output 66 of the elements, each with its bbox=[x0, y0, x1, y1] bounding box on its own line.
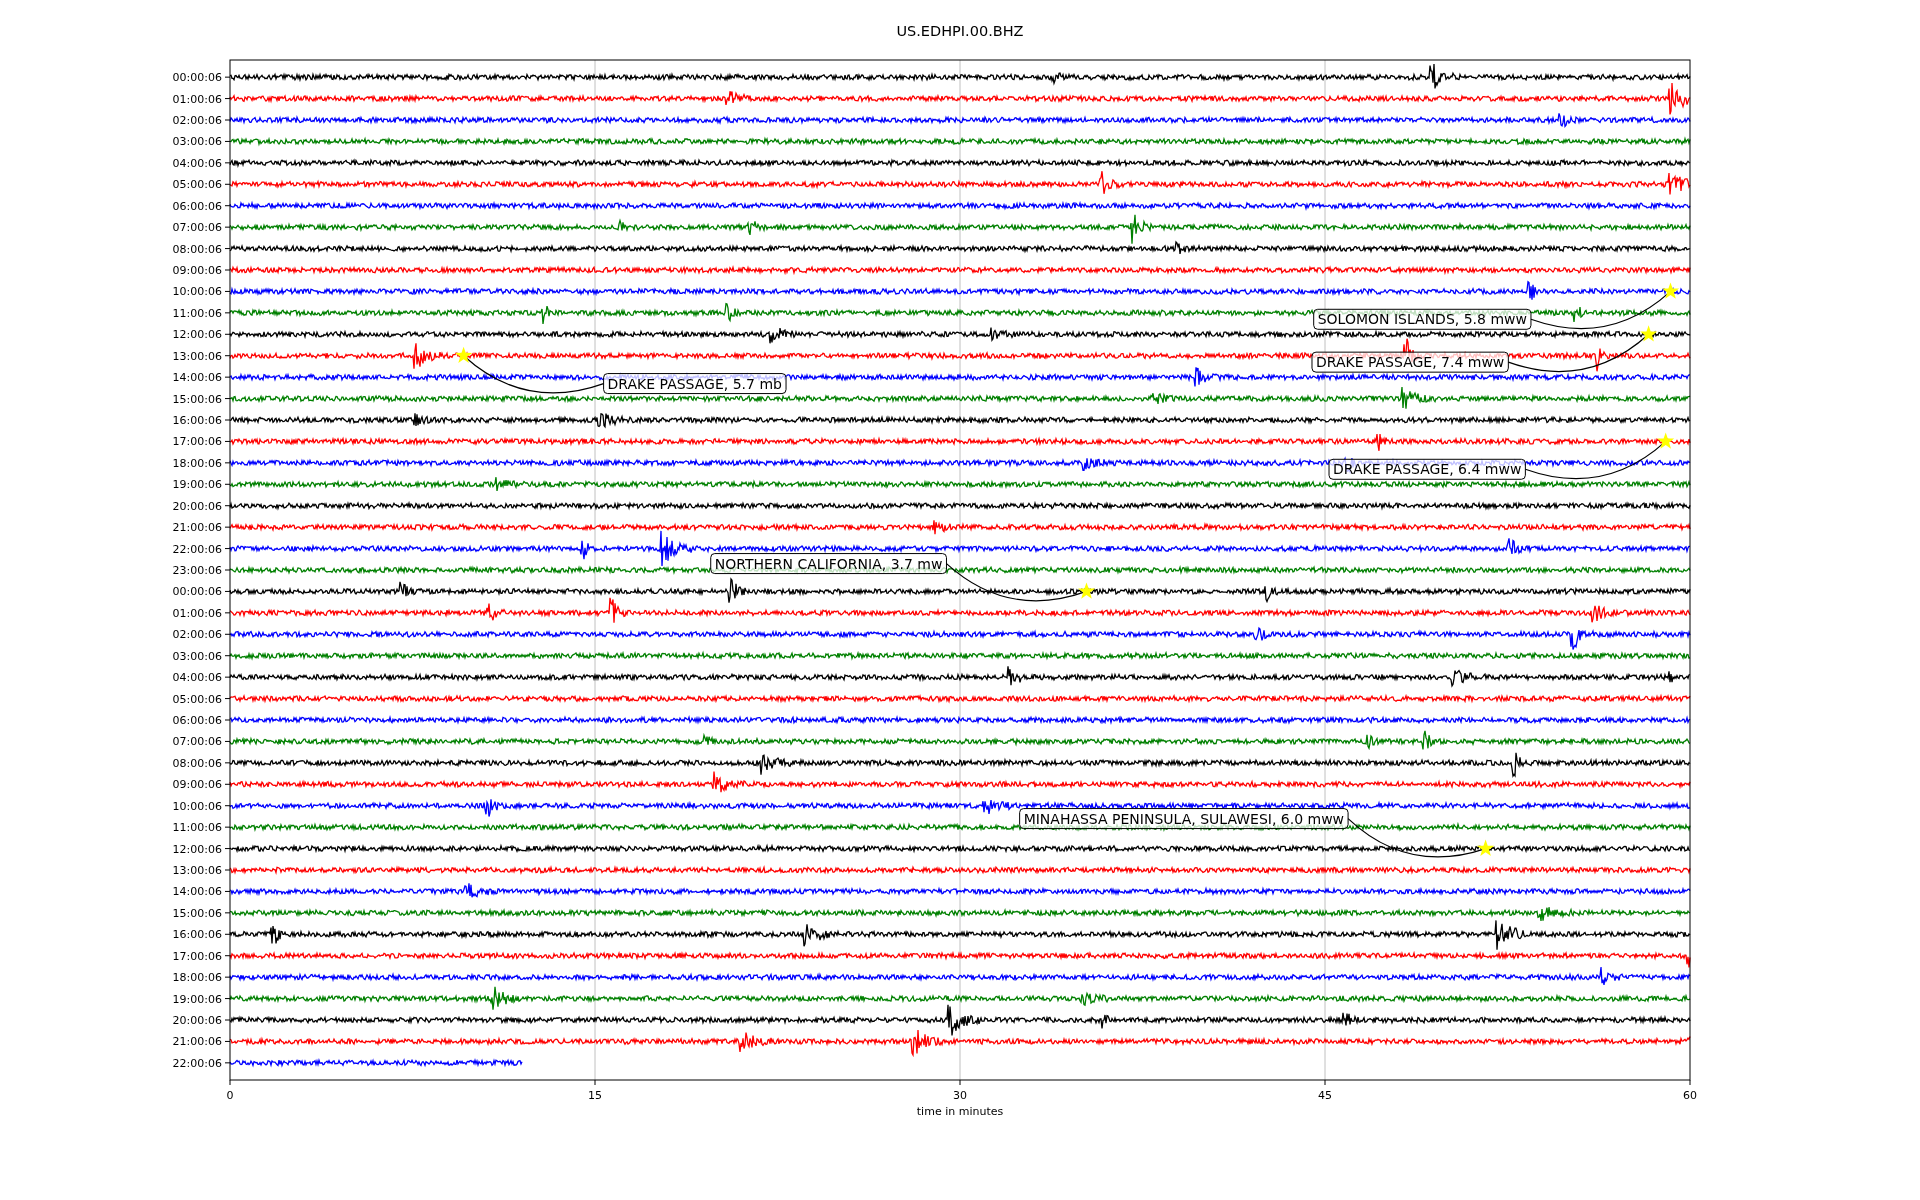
hour-label: 09:00:06 bbox=[172, 778, 222, 792]
event-label: DRAKE PASSAGE, 6.4 mww bbox=[1328, 458, 1526, 480]
hour-label: 17:00:06 bbox=[172, 435, 222, 449]
tick-label: 30 bbox=[953, 1089, 967, 1102]
hour-label: 09:00:06 bbox=[172, 264, 222, 277]
star-icon bbox=[1662, 282, 1680, 299]
hour-label: 14:00:06 bbox=[172, 371, 222, 385]
hour-label: 00:00:06 bbox=[172, 585, 222, 599]
event-label: DRAKE PASSAGE, 5.7 mb bbox=[603, 373, 787, 395]
hour-label: 13:00:06 bbox=[172, 864, 222, 877]
hour-label: 15:00:06 bbox=[172, 392, 222, 406]
hour-label: 22:00:06 bbox=[172, 1056, 222, 1070]
hour-label: 05:00:06 bbox=[172, 692, 222, 706]
hour-label: 16:00:06 bbox=[172, 414, 222, 427]
hour-label: 02:00:06 bbox=[172, 114, 222, 127]
hour-label: 06:00:06 bbox=[172, 714, 222, 727]
hour-label: 21:00:06 bbox=[172, 1035, 222, 1049]
hour-label: 20:00:06 bbox=[172, 499, 222, 513]
event-label: MINAHASSA PENINSULA, SULAWESI, 6.0 mww bbox=[1019, 808, 1349, 830]
hour-label: 14:00:06 bbox=[172, 885, 222, 899]
star-icon bbox=[1078, 582, 1096, 599]
event-label: SOLOMON ISLANDS, 5.8 mww bbox=[1313, 308, 1532, 330]
hour-label: 03:00:06 bbox=[172, 649, 222, 663]
axis-label: time in minutes bbox=[916, 1105, 1004, 1118]
hour-label: 18:00:06 bbox=[172, 456, 222, 470]
hour-label: 21:00:06 bbox=[172, 521, 222, 535]
hour-label: 08:00:06 bbox=[172, 242, 222, 256]
hour-label: 22:00:06 bbox=[172, 542, 222, 556]
hour-label: 01:00:06 bbox=[172, 92, 222, 106]
hour-label: 20:00:06 bbox=[172, 1014, 222, 1027]
hour-label: 15:00:06 bbox=[172, 906, 222, 920]
hour-label: 19:00:06 bbox=[172, 992, 222, 1006]
tick-label: 15 bbox=[588, 1089, 602, 1102]
tick-label: 0 bbox=[226, 1089, 234, 1102]
hour-label: 06:00:06 bbox=[172, 199, 222, 213]
hour-label: 13:00:06 bbox=[172, 349, 222, 363]
hour-label: 04:00:06 bbox=[172, 156, 222, 170]
hour-label: 02:00:06 bbox=[172, 628, 222, 642]
hour-label: 12:00:06 bbox=[172, 328, 222, 342]
hour-label: 12:00:06 bbox=[172, 842, 222, 856]
hour-label: 10:00:06 bbox=[172, 285, 222, 299]
star-icon bbox=[1640, 325, 1658, 342]
hour-label: 23:00:06 bbox=[172, 564, 222, 577]
hour-label: 03:00:06 bbox=[172, 135, 222, 149]
hour-label: 07:00:06 bbox=[172, 735, 222, 749]
hour-label: 01:00:06 bbox=[172, 606, 222, 620]
hour-label: 16:00:06 bbox=[172, 928, 222, 942]
hour-label: 17:00:06 bbox=[172, 949, 222, 963]
star-icon bbox=[1477, 839, 1495, 856]
hour-label: 05:00:06 bbox=[172, 178, 222, 192]
hour-label: 19:00:06 bbox=[172, 478, 222, 492]
hour-label: 11:00:06 bbox=[172, 306, 222, 320]
tick-label: 60 bbox=[1683, 1089, 1697, 1102]
hour-label: 08:00:06 bbox=[172, 756, 222, 770]
tick-label: 45 bbox=[1318, 1089, 1332, 1102]
hour-label: 04:00:06 bbox=[172, 671, 222, 685]
event-label: NORTHERN CALIFORNIA, 3.7 mw bbox=[710, 553, 947, 575]
hour-label: 11:00:06 bbox=[172, 821, 222, 835]
hour-label: 00:00:06 bbox=[172, 71, 222, 85]
hour-label: 18:00:06 bbox=[172, 971, 222, 985]
chart-title: US.EDHPI.00.BHZ bbox=[896, 23, 1024, 39]
hour-label: 07:00:06 bbox=[172, 221, 222, 235]
event-label: DRAKE PASSAGE, 7.4 mww bbox=[1311, 351, 1509, 373]
hour-label: 10:00:06 bbox=[172, 799, 222, 813]
star-icon bbox=[455, 346, 473, 363]
star-icon bbox=[1657, 432, 1675, 449]
